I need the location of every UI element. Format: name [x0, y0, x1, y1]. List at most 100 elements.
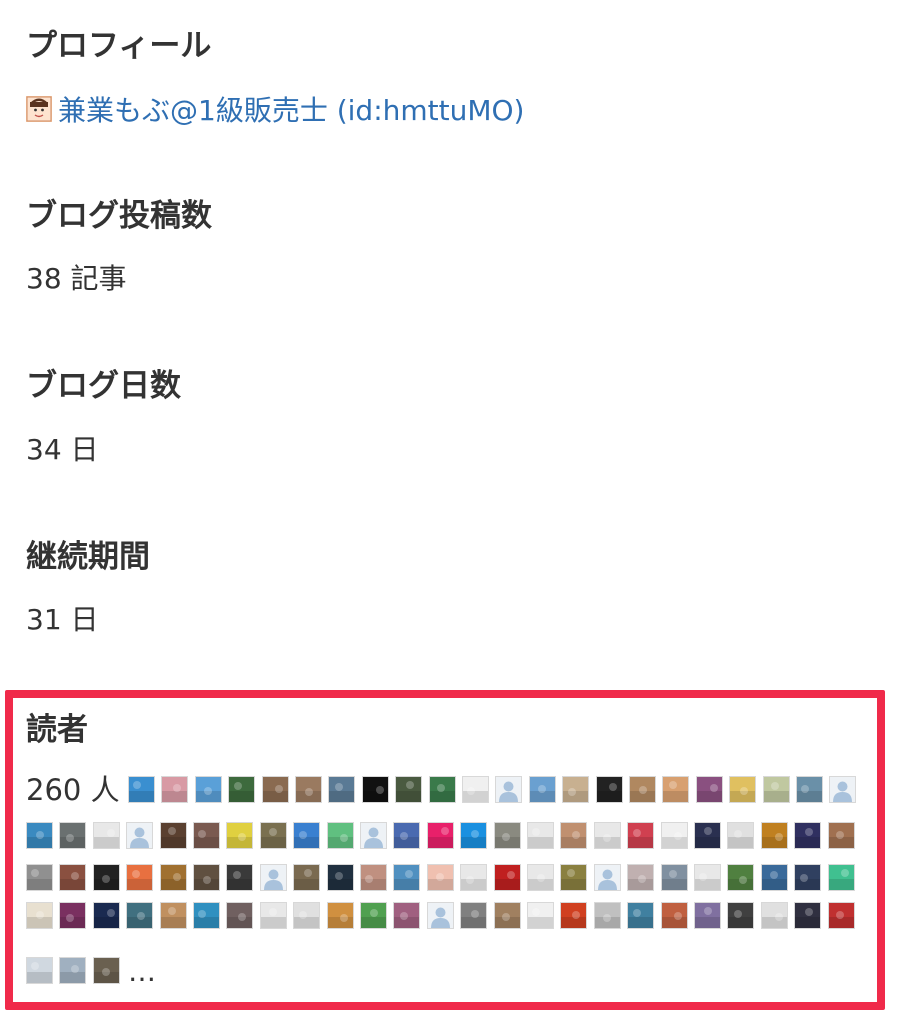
reader-avatar-icon[interactable] [560, 864, 587, 891]
reader-avatar-icon[interactable] [696, 776, 723, 803]
reader-avatar-icon[interactable] [661, 864, 688, 891]
reader-avatar-icon[interactable] [560, 822, 587, 849]
reader-avatar-icon[interactable] [160, 822, 187, 849]
reader-avatar-icon[interactable] [460, 902, 487, 929]
reader-avatar-icon[interactable] [260, 822, 287, 849]
reader-avatar-icon[interactable] [828, 864, 855, 891]
reader-avatar-icon[interactable] [429, 776, 456, 803]
reader-avatar-icon[interactable] [761, 902, 788, 929]
reader-avatar-icon[interactable] [627, 822, 654, 849]
reader-avatar-icon[interactable] [462, 776, 489, 803]
reader-avatar-icon[interactable] [295, 776, 322, 803]
reader-avatar-icon[interactable] [393, 864, 420, 891]
reader-avatar-icon[interactable] [26, 902, 53, 929]
reader-avatar-icon[interactable] [594, 902, 621, 929]
readers-more[interactable]: … [128, 952, 156, 992]
reader-avatar-icon[interactable] [794, 902, 821, 929]
reader-avatar-icon[interactable] [161, 776, 188, 803]
reader-avatar-icon[interactable] [360, 822, 387, 849]
profile-user-link[interactable]: 兼業もぶ@1級販売士 (id:hmttuMO) [26, 88, 524, 130]
reader-avatar-icon[interactable] [226, 822, 253, 849]
reader-avatar-icon[interactable] [594, 822, 621, 849]
reader-avatar-icon[interactable] [495, 776, 522, 803]
reader-avatar-icon[interactable] [727, 902, 754, 929]
reader-avatar-icon[interactable] [494, 902, 521, 929]
reader-avatar-icon[interactable] [59, 902, 86, 929]
reader-avatar-icon[interactable] [562, 776, 589, 803]
reader-avatar-icon[interactable] [59, 864, 86, 891]
reader-avatar-icon[interactable] [93, 864, 120, 891]
reader-avatar-icon[interactable] [160, 864, 187, 891]
reader-avatar-icon[interactable] [694, 902, 721, 929]
reader-avatar-icon[interactable] [260, 864, 287, 891]
reader-avatar-icon[interactable] [293, 822, 320, 849]
reader-avatar-icon[interactable] [262, 776, 289, 803]
reader-avatar-icon[interactable] [460, 822, 487, 849]
reader-avatar-icon[interactable] [26, 864, 53, 891]
reader-avatar-icon[interactable] [494, 822, 521, 849]
reader-avatar-icon[interactable] [727, 822, 754, 849]
reader-avatar-icon[interactable] [427, 864, 454, 891]
reader-avatar-icon[interactable] [260, 902, 287, 929]
reader-avatar-icon[interactable] [328, 776, 355, 803]
reader-avatar-icon[interactable] [195, 776, 222, 803]
reader-avatar-icon[interactable] [794, 822, 821, 849]
reader-avatar-icon[interactable] [327, 822, 354, 849]
reader-avatar-icon[interactable] [727, 864, 754, 891]
reader-avatar-icon[interactable] [327, 902, 354, 929]
reader-avatar-icon[interactable] [228, 776, 255, 803]
reader-avatar-icon[interactable] [729, 776, 756, 803]
reader-avatar-icon[interactable] [661, 902, 688, 929]
reader-avatar-icon[interactable] [629, 776, 656, 803]
reader-avatar-icon[interactable] [293, 864, 320, 891]
reader-avatar-icon[interactable] [828, 822, 855, 849]
reader-avatar-icon[interactable] [529, 776, 556, 803]
reader-avatar-icon[interactable] [226, 864, 253, 891]
reader-avatar-icon[interactable] [26, 957, 53, 984]
reader-avatar-icon[interactable] [393, 902, 420, 929]
reader-avatar-icon[interactable] [761, 864, 788, 891]
reader-avatar-icon[interactable] [160, 902, 187, 929]
reader-avatar-icon[interactable] [93, 822, 120, 849]
reader-avatar-icon[interactable] [193, 822, 220, 849]
reader-avatar-icon[interactable] [761, 822, 788, 849]
reader-avatar-icon[interactable] [427, 822, 454, 849]
reader-avatar-icon[interactable] [794, 864, 821, 891]
reader-avatar-icon[interactable] [193, 902, 220, 929]
reader-avatar-icon[interactable] [661, 822, 688, 849]
reader-avatar-icon[interactable] [460, 864, 487, 891]
reader-avatar-icon[interactable] [627, 902, 654, 929]
reader-avatar-icon[interactable] [26, 822, 53, 849]
reader-avatar-icon[interactable] [527, 864, 554, 891]
reader-avatar-icon[interactable] [527, 822, 554, 849]
reader-avatar-icon[interactable] [93, 902, 120, 929]
reader-avatar-icon[interactable] [126, 864, 153, 891]
reader-avatar-icon[interactable] [627, 864, 654, 891]
reader-avatar-icon[interactable] [594, 864, 621, 891]
reader-avatar-icon[interactable] [393, 822, 420, 849]
reader-avatar-icon[interactable] [527, 902, 554, 929]
reader-avatar-icon[interactable] [360, 864, 387, 891]
reader-avatar-icon[interactable] [59, 957, 86, 984]
reader-avatar-icon[interactable] [427, 902, 454, 929]
reader-avatar-icon[interactable] [662, 776, 689, 803]
reader-avatar-icon[interactable] [327, 864, 354, 891]
reader-avatar-icon[interactable] [193, 864, 220, 891]
reader-avatar-icon[interactable] [395, 776, 422, 803]
reader-avatar-icon[interactable] [796, 776, 823, 803]
reader-avatar-icon[interactable] [494, 864, 521, 891]
reader-avatar-icon[interactable] [763, 776, 790, 803]
reader-avatar-icon[interactable] [828, 902, 855, 929]
reader-avatar-icon[interactable] [93, 957, 120, 984]
reader-avatar-icon[interactable] [293, 902, 320, 929]
reader-avatar-icon[interactable] [694, 822, 721, 849]
reader-avatar-icon[interactable] [126, 822, 153, 849]
reader-avatar-icon[interactable] [694, 864, 721, 891]
reader-avatar-icon[interactable] [560, 902, 587, 929]
reader-avatar-icon[interactable] [362, 776, 389, 803]
reader-avatar-icon[interactable] [360, 902, 387, 929]
reader-avatar-icon[interactable] [596, 776, 623, 803]
reader-avatar-icon[interactable] [59, 822, 86, 849]
reader-avatar-icon[interactable] [829, 776, 856, 803]
reader-avatar-icon[interactable] [128, 776, 155, 803]
